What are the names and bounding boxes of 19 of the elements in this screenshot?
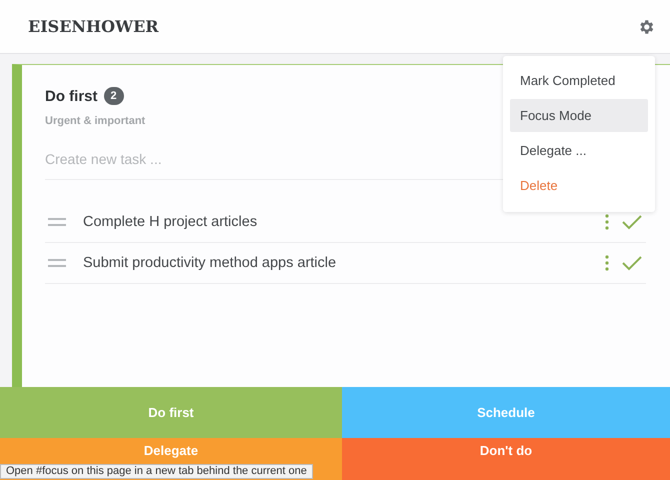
- tooltip: Open #focus on this page in a new tab behind the current one: [0, 464, 313, 479]
- quadrant-tab[interactable]: Don't do: [342, 438, 670, 480]
- menu-item[interactable]: Delegate ...: [510, 134, 648, 167]
- quadrant-tab[interactable]: Do first: [0, 387, 342, 438]
- quadrant-subtitle: Urgent & important: [45, 115, 146, 127]
- menu-item[interactable]: Mark Completed: [510, 64, 648, 97]
- task-text: Submit productivity method apps article: [83, 255, 338, 271]
- quadrant-title: Do first: [45, 88, 98, 104]
- menu-item[interactable]: Focus Mode: [510, 99, 648, 132]
- checkmark-icon[interactable]: [622, 255, 642, 271]
- task-count-badge: 2: [104, 87, 124, 105]
- app-title: EISENHOWER: [28, 17, 159, 36]
- drag-handle-icon[interactable]: [48, 218, 66, 226]
- task-text: Complete H project articles: [83, 214, 258, 230]
- more-options-icon[interactable]: [605, 255, 609, 271]
- more-options-icon[interactable]: [605, 214, 609, 230]
- quadrant-tab[interactable]: Schedule: [342, 387, 670, 438]
- checkmark-icon[interactable]: [622, 214, 642, 230]
- drag-handle-icon[interactable]: [48, 259, 66, 267]
